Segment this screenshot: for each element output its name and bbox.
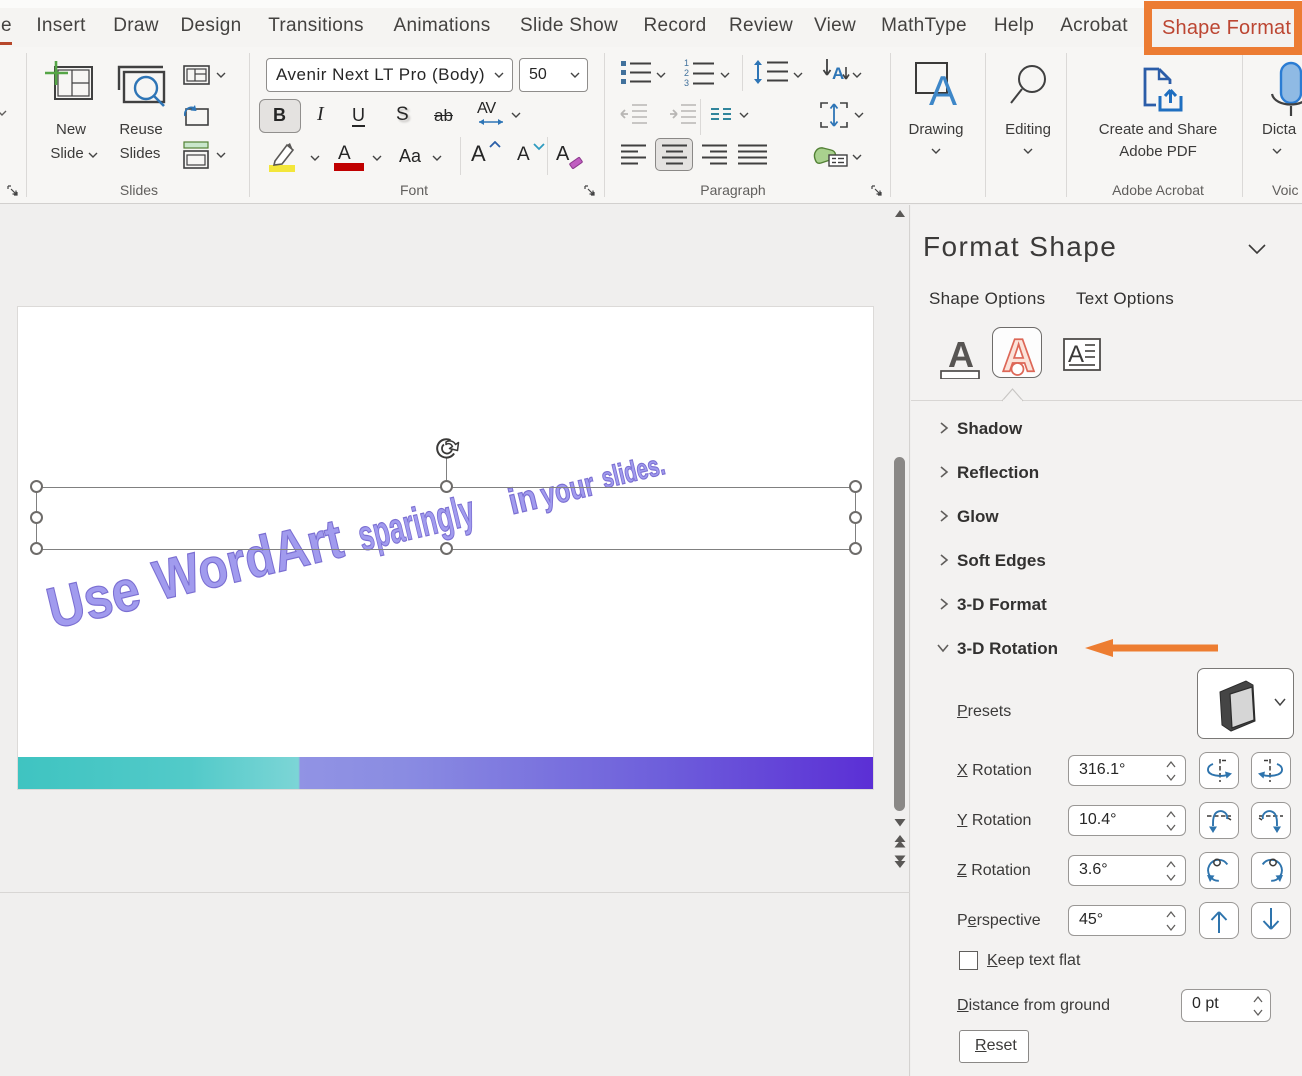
svg-text:A: A	[948, 334, 974, 375]
svg-text:2: 2	[684, 68, 689, 78]
svg-text:your: your	[537, 465, 598, 514]
svg-text:A: A	[929, 67, 957, 110]
svg-text:Use: Use	[41, 557, 147, 642]
svg-text:3: 3	[684, 78, 689, 86]
svg-text:WordArt: WordArt	[147, 506, 348, 612]
svg-text:A: A	[1068, 341, 1084, 368]
svg-text:in: in	[504, 476, 541, 522]
svg-text:slides.: slides.	[598, 449, 668, 495]
svg-text:1: 1	[684, 58, 689, 68]
svg-text:A: A	[832, 64, 844, 83]
